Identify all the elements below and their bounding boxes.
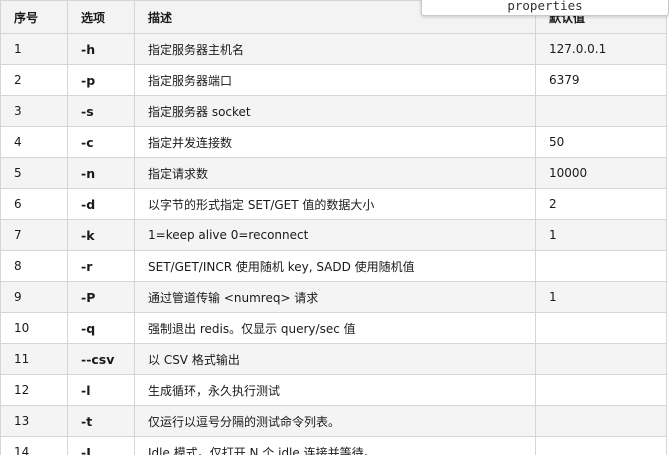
row-description: SET/GET/INCR 使用随机 key, SADD 使用随机值: [134, 250, 536, 282]
row-description: 通过管道传输 <numreq> 请求: [134, 281, 536, 313]
row-option: -k: [67, 219, 135, 251]
row-description: 指定服务器端口: [134, 64, 536, 96]
row-description: 仅运行以逗号分隔的测试命令列表。: [134, 405, 536, 437]
row-description: Idle 模式。仅打开 N 个 idle 连接并等待。: [134, 436, 536, 455]
table-row: 14 -I Idle 模式。仅打开 N 个 idle 连接并等待。: [0, 436, 667, 455]
header-num: 序号: [0, 0, 68, 34]
row-description: 以 CSV 格式输出: [134, 343, 536, 375]
row-default: [535, 343, 667, 375]
table-row: 12 -l 生成循环，永久执行测试: [0, 374, 667, 406]
table-row: 1 -h 指定服务器主机名 127.0.0.1: [0, 33, 667, 65]
row-default: 2: [535, 188, 667, 220]
row-num: 2: [0, 64, 68, 96]
row-option: -h: [67, 33, 135, 65]
table-row: 7 -k 1=keep alive 0=reconnect 1: [0, 219, 667, 251]
row-default: 10000: [535, 157, 667, 189]
row-num: 13: [0, 405, 68, 437]
row-option: -l: [67, 374, 135, 406]
row-option: -t: [67, 405, 135, 437]
properties-tooltip: properties: [421, 0, 669, 16]
row-default: 1: [535, 281, 667, 313]
row-option: -I: [67, 436, 135, 455]
row-num: 7: [0, 219, 68, 251]
row-default: 1: [535, 219, 667, 251]
table-row: 10 -q 强制退出 redis。仅显示 query/sec 值: [0, 312, 667, 344]
row-default: 127.0.0.1: [535, 33, 667, 65]
row-option: --csv: [67, 343, 135, 375]
table-row: 11 --csv 以 CSV 格式输出: [0, 343, 667, 375]
row-option: -r: [67, 250, 135, 282]
row-num: 14: [0, 436, 68, 455]
row-num: 4: [0, 126, 68, 158]
row-num: 10: [0, 312, 68, 344]
row-description: 指定服务器主机名: [134, 33, 536, 65]
row-num: 1: [0, 33, 68, 65]
row-option: -n: [67, 157, 135, 189]
table-row: 6 -d 以字节的形式指定 SET/GET 值的数据大小 2: [0, 188, 667, 220]
row-option: -p: [67, 64, 135, 96]
row-description: 强制退出 redis。仅显示 query/sec 值: [134, 312, 536, 344]
row-option: -c: [67, 126, 135, 158]
row-default: [535, 405, 667, 437]
row-description: 生成循环，永久执行测试: [134, 374, 536, 406]
header-option: 选项: [67, 0, 135, 34]
row-num: 5: [0, 157, 68, 189]
table-row: 5 -n 指定请求数 10000: [0, 157, 667, 189]
options-table: 序号 选项 描述 默认值 1 -h 指定服务器主机名 127.0.0.1 2 -…: [0, 0, 667, 455]
table-row: 3 -s 指定服务器 socket: [0, 95, 667, 127]
table-row: 8 -r SET/GET/INCR 使用随机 key, SADD 使用随机值: [0, 250, 667, 282]
row-default: [535, 250, 667, 282]
row-num: 3: [0, 95, 68, 127]
row-default: 6379: [535, 64, 667, 96]
options-table-container: 序号 选项 描述 默认值 1 -h 指定服务器主机名 127.0.0.1 2 -…: [0, 0, 669, 455]
row-option: -P: [67, 281, 135, 313]
row-description: 指定请求数: [134, 157, 536, 189]
row-description: 指定并发连接数: [134, 126, 536, 158]
row-option: -d: [67, 188, 135, 220]
row-option: -q: [67, 312, 135, 344]
row-num: 8: [0, 250, 68, 282]
row-default: [535, 95, 667, 127]
row-description: 以字节的形式指定 SET/GET 值的数据大小: [134, 188, 536, 220]
row-default: [535, 374, 667, 406]
row-num: 12: [0, 374, 68, 406]
table-row: 2 -p 指定服务器端口 6379: [0, 64, 667, 96]
row-num: 9: [0, 281, 68, 313]
table-row: 4 -c 指定并发连接数 50: [0, 126, 667, 158]
table-row: 13 -t 仅运行以逗号分隔的测试命令列表。: [0, 405, 667, 437]
table-row: 9 -P 通过管道传输 <numreq> 请求 1: [0, 281, 667, 313]
row-description: 指定服务器 socket: [134, 95, 536, 127]
row-option: -s: [67, 95, 135, 127]
row-default: 50: [535, 126, 667, 158]
row-num: 11: [0, 343, 68, 375]
row-num: 6: [0, 188, 68, 220]
row-description: 1=keep alive 0=reconnect: [134, 219, 536, 251]
row-default: [535, 436, 667, 455]
row-default: [535, 312, 667, 344]
